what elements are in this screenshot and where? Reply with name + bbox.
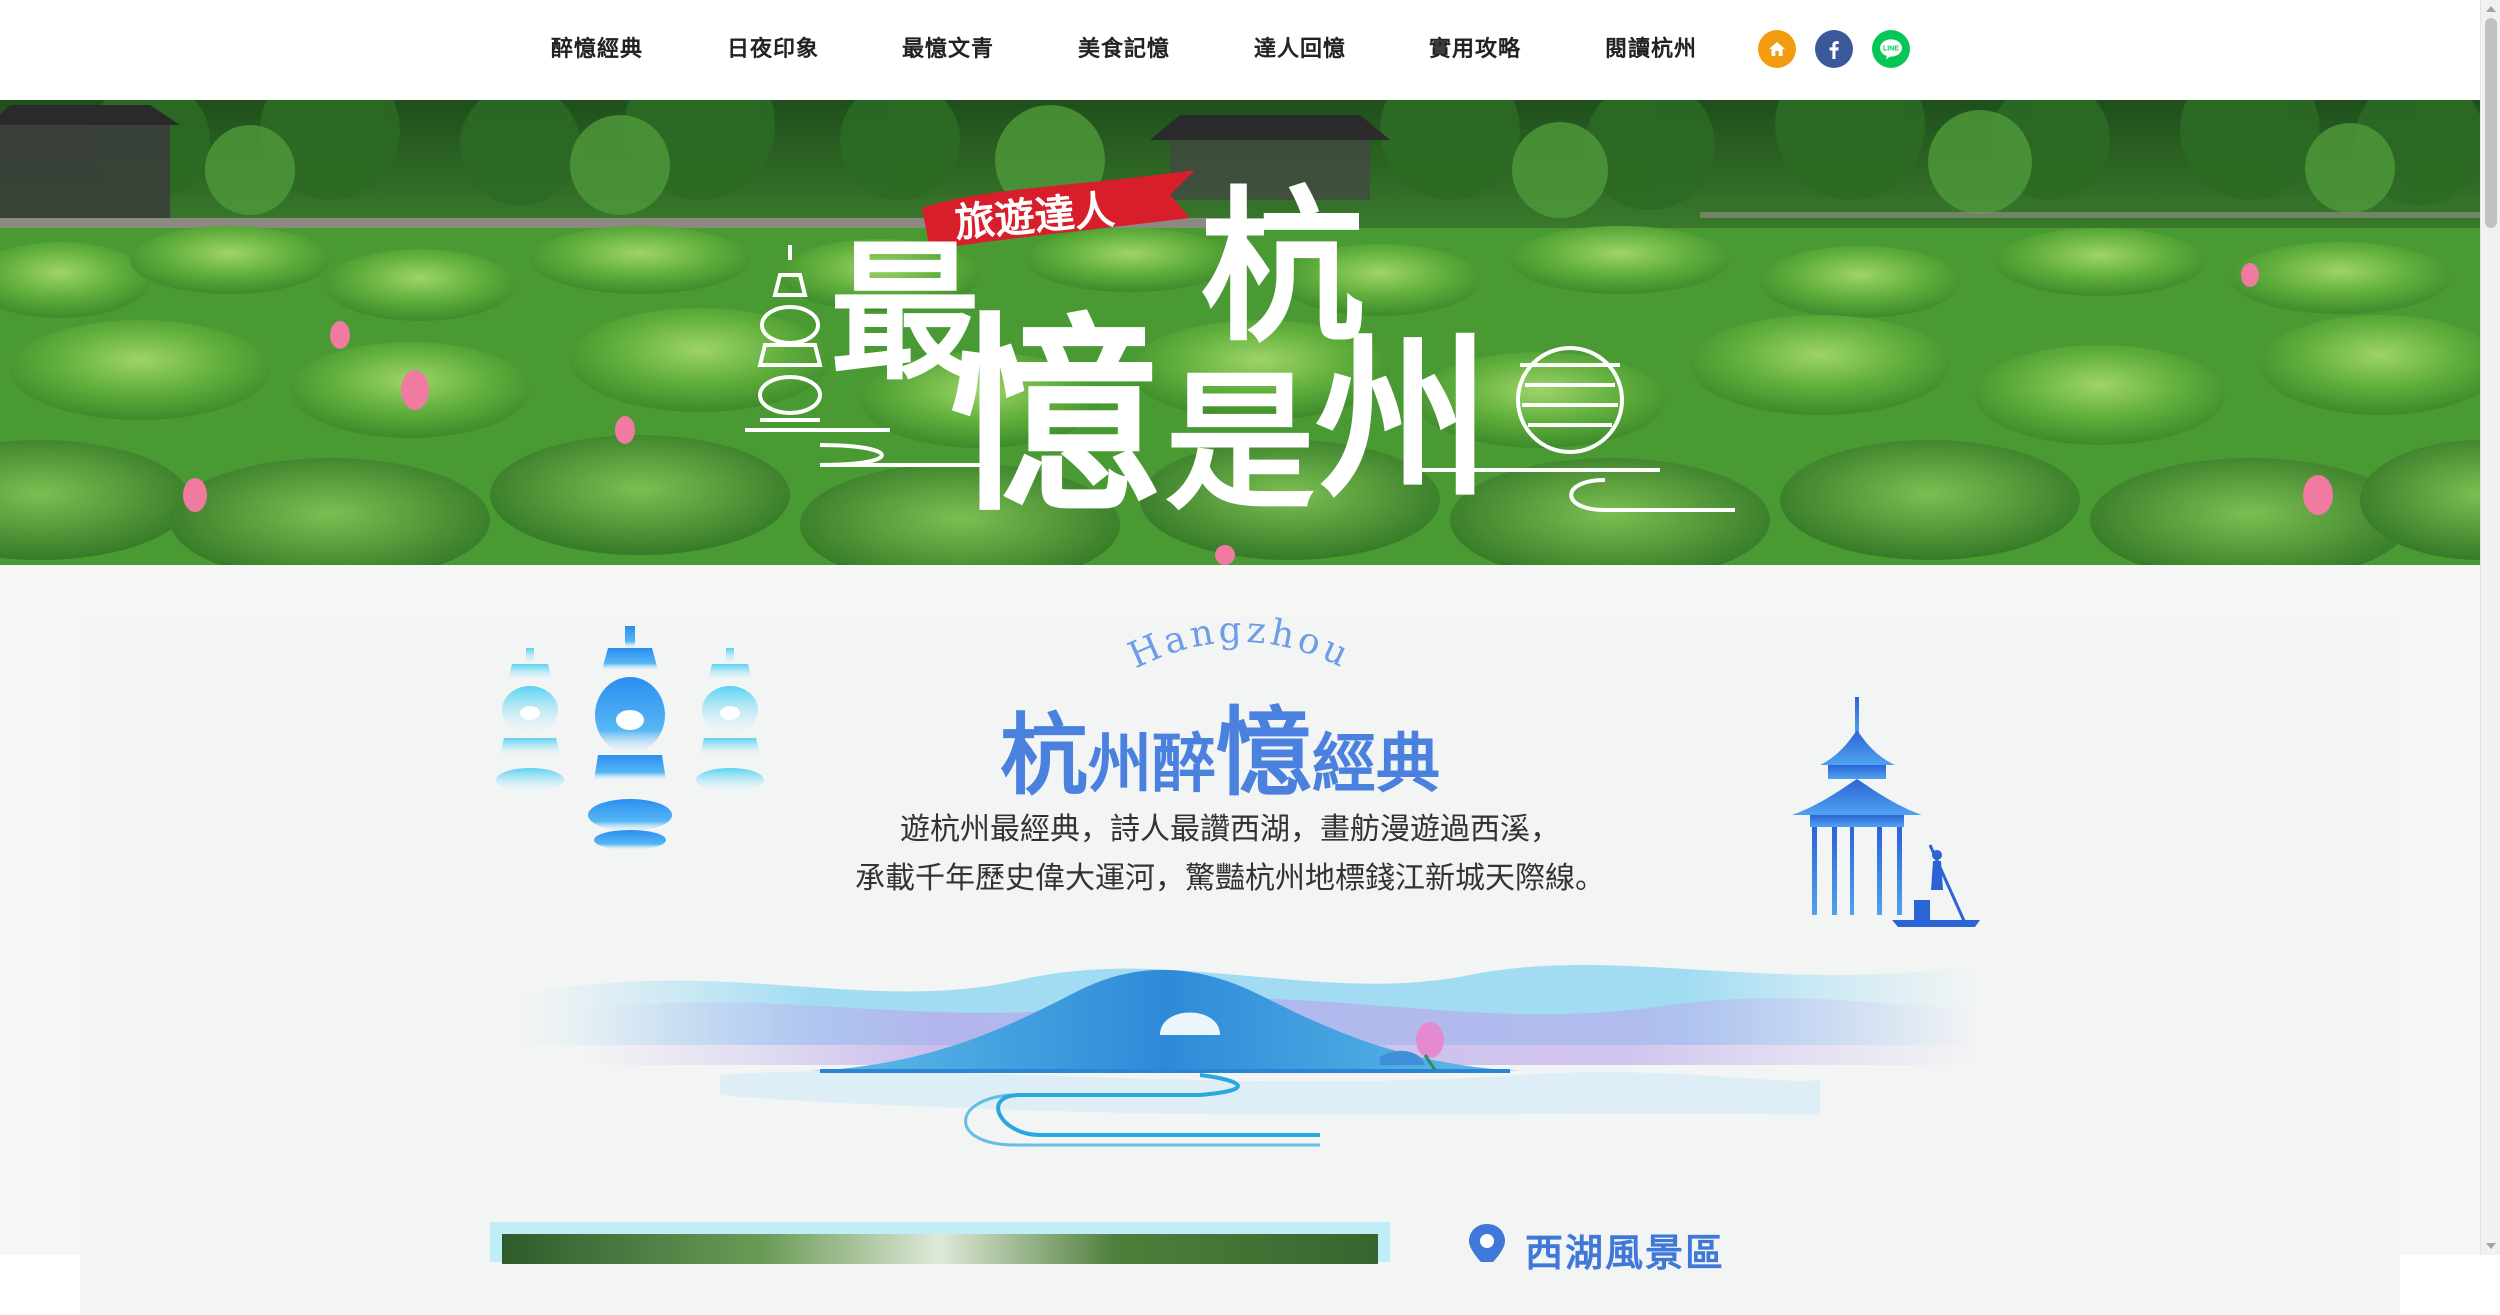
three-pagodas-illustration [496,626,764,850]
page-scrollbar[interactable] [2480,0,2500,1255]
line-button[interactable]: LINE [1872,30,1910,68]
section-title: 杭州醉憶經典 [1000,675,1560,809]
section-intro: 遊杭州最經典，詩人最讚西湖，畫舫漫遊過西溪， 承載千年歷史偉大運河，驚豔杭州地標… [780,805,1680,903]
nav-item-food[interactable]: 美食記憶 [1078,30,1170,70]
hero-char-2: 憶 [950,293,1160,540]
nav-item-classic[interactable]: 醉憶經典 [551,30,643,70]
nav-item-guide[interactable]: 實用攻略 [1429,30,1521,70]
section-title-part-1: 杭 [1000,703,1089,807]
nav-container: 醉憶經典 日夜印象 最憶文青 美食記憶 達人回憶 實用攻略 閱讀杭州 LINE [508,0,1910,100]
scroll-down-arrow-icon[interactable] [2486,1243,2496,1249]
scenic-area-photo [502,1234,1378,1264]
top-navigation-bar: 醉憶經典 日夜印象 最憶文青 美食記憶 達人回憶 實用攻略 閱讀杭州 LINE [0,0,2480,100]
intro-line: 遊杭州最經典，詩人最讚西湖，畫舫漫遊過西溪， [900,812,1560,847]
scrollbar-thumb[interactable] [2485,18,2497,228]
section-title-part-3: 憶 [1216,696,1313,809]
nav-item-day-night[interactable]: 日夜印象 [727,30,819,70]
location-pin-icon [1469,1224,1505,1262]
home-button[interactable] [1758,30,1796,68]
section-subtitle-arc: Hangzhou [1122,612,1358,677]
nav-item-culture[interactable]: 最憶文青 [902,30,994,70]
pavilion-boat-illustration [1792,697,1980,927]
nav-item-reading[interactable]: 閱讀杭州 [1605,30,1697,70]
hero-char-5: 州 [1315,317,1490,522]
facebook-icon [1829,41,1839,59]
facebook-button[interactable] [1815,30,1853,68]
hero-banner: 旅遊達人 最 憶 杭 是 州 [0,100,2480,565]
scroll-up-arrow-icon[interactable] [2486,6,2496,12]
line-icon: LINE [1880,39,1902,60]
hero-char-4: 是 [1165,355,1315,531]
section-title-part-4: 經典 [1312,727,1441,802]
home-icon [1769,42,1785,56]
region-title: 西湖風景區 [1525,1230,1726,1275]
section-title-part-2: 州醉 [1088,727,1217,802]
svg-text:Hangzhou: Hangzhou [1122,612,1358,677]
svg-text:LINE: LINE [1883,46,1899,53]
nav-item-expert[interactable]: 達人回憶 [1254,30,1346,70]
lotus-pond-photo: 旅遊達人 最 憶 杭 是 州 [0,100,2480,565]
intro-line: 承載千年歷史偉大運河，驚豔杭州地標錢江新城天際線。 [855,861,1605,896]
section-subtitle: Hangzhou [1122,612,1354,677]
west-lake-bridge-illustration [520,965,1980,1147]
